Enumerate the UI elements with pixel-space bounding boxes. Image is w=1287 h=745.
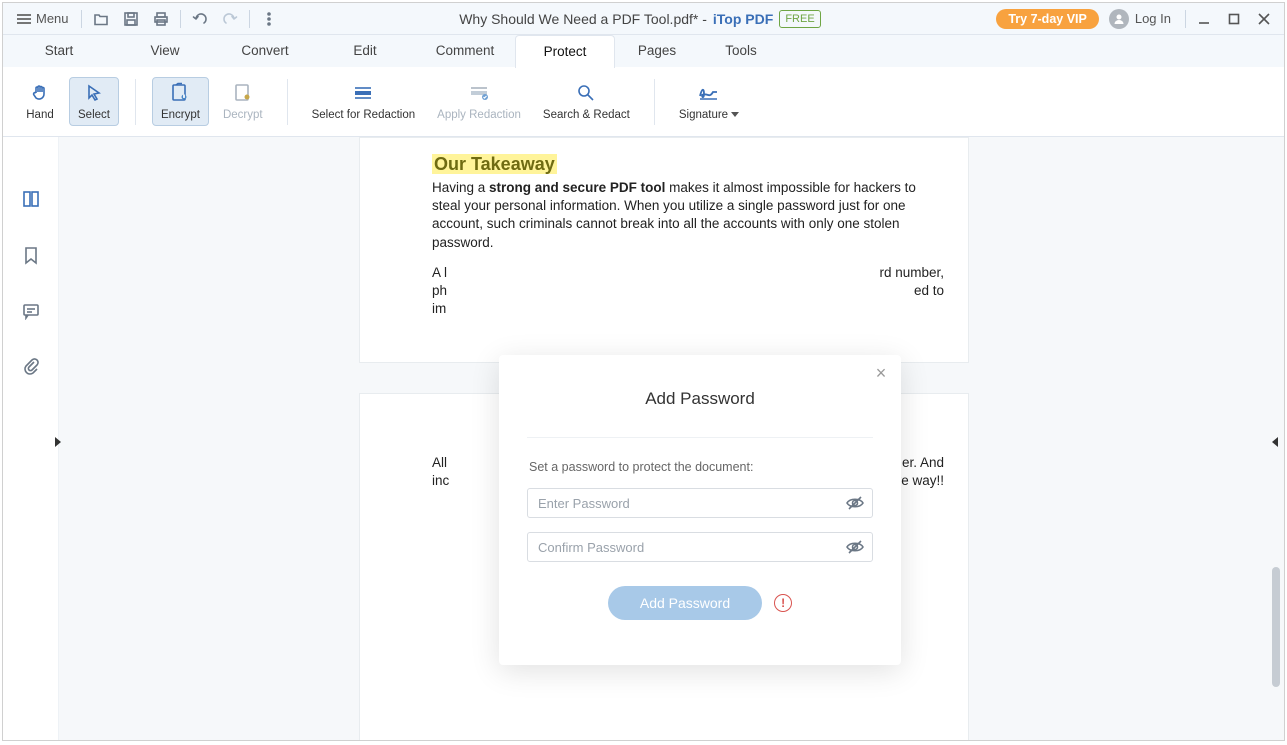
thumbnails-icon[interactable] <box>17 185 45 213</box>
hand-label: Hand <box>26 109 54 121</box>
confirm-password-input[interactable] <box>527 532 873 562</box>
main-tabs: Start View Convert Edit Comment Protect … <box>3 35 1284 67</box>
close-icon[interactable]: × <box>871 363 891 384</box>
tab-pages[interactable]: Pages <box>615 35 699 67</box>
tab-start[interactable]: Start <box>3 35 115 67</box>
search-redact-button[interactable]: Search & Redact <box>535 78 638 125</box>
select-redaction-label: Select for Redaction <box>312 109 416 121</box>
free-badge: FREE <box>779 10 820 28</box>
close-button[interactable] <box>1250 7 1278 31</box>
save-icon[interactable] <box>116 6 146 32</box>
tab-convert[interactable]: Convert <box>215 35 315 67</box>
document-canvas[interactable]: Our Takeaway Having a strong and secure … <box>59 137 1284 740</box>
select-for-redaction-button[interactable]: Select for Redaction <box>304 78 424 125</box>
minimize-button[interactable] <box>1190 7 1218 31</box>
login-label: Log In <box>1135 11 1171 26</box>
pdf-page-1: Our Takeaway Having a strong and secure … <box>359 137 969 363</box>
encrypt-button[interactable]: Encrypt <box>152 77 209 126</box>
more-icon[interactable] <box>254 6 284 32</box>
print-icon[interactable] <box>146 6 176 32</box>
decrypt-icon <box>232 82 254 104</box>
attachment-icon[interactable] <box>17 353 45 381</box>
redo-icon <box>215 6 245 32</box>
select-tool-button[interactable]: Select <box>69 77 119 126</box>
signature-icon <box>697 82 721 104</box>
app-name: iTop PDF <box>713 11 773 27</box>
avatar-icon <box>1109 9 1129 29</box>
password-input[interactable] <box>527 488 873 518</box>
encrypt-label: Encrypt <box>161 109 200 121</box>
decrypt-label: Decrypt <box>223 109 263 121</box>
workspace: Our Takeaway Having a strong and secure … <box>3 137 1284 740</box>
hand-tool-button[interactable]: Hand <box>17 78 63 125</box>
signature-button[interactable]: Signature <box>671 78 747 125</box>
vip-button[interactable]: Try 7-day VIP <box>996 9 1099 29</box>
open-file-icon[interactable] <box>86 6 116 32</box>
scrollbar-thumb[interactable] <box>1272 567 1280 687</box>
hand-icon <box>30 82 50 104</box>
maximize-button[interactable] <box>1220 7 1248 31</box>
signature-label: Signature <box>679 109 739 121</box>
bookmark-icon[interactable] <box>17 241 45 269</box>
toggle-visibility-icon[interactable] <box>843 535 867 559</box>
menu-label: Menu <box>36 11 69 26</box>
tab-edit[interactable]: Edit <box>315 35 415 67</box>
add-password-button[interactable]: Add Password <box>608 586 762 620</box>
doc-heading: Our Takeaway <box>432 154 557 174</box>
tab-view[interactable]: View <box>115 35 215 67</box>
tab-tools[interactable]: Tools <box>699 35 783 67</box>
menu-button[interactable]: Menu <box>9 7 77 30</box>
apply-redaction-button: Apply Redaction <box>429 78 529 125</box>
login-button[interactable]: Log In <box>1109 9 1171 29</box>
scrollbar[interactable] <box>1270 137 1282 740</box>
tab-comment[interactable]: Comment <box>415 35 515 67</box>
undo-icon[interactable] <box>185 6 215 32</box>
side-rail <box>3 137 59 740</box>
cursor-icon <box>84 82 104 104</box>
encrypt-icon <box>169 82 191 104</box>
decrypt-button: Decrypt <box>215 78 271 125</box>
select-label: Select <box>78 109 110 121</box>
filename: Why Should We Need a PDF Tool.pdf* - <box>459 11 707 27</box>
tab-protect[interactable]: Protect <box>515 35 615 68</box>
dialog-instruction: Set a password to protect the document: <box>529 460 873 474</box>
chevron-down-icon <box>731 112 739 117</box>
search-icon <box>576 82 596 104</box>
comments-icon[interactable] <box>17 297 45 325</box>
titlebar: Menu Why Should We <box>3 3 1284 35</box>
search-redact-label: Search & Redact <box>543 109 630 121</box>
ribbon-protect: Hand Select Encrypt Decrypt Select for R… <box>3 67 1284 137</box>
window-title: Why Should We Need a PDF Tool.pdf* - iTo… <box>284 10 997 28</box>
add-password-dialog: × Add Password Set a password to protect… <box>499 355 901 665</box>
warning-icon: ! <box>774 594 792 612</box>
redaction-select-icon <box>352 82 374 104</box>
doc-paragraph-1: Having a strong and secure PDF tool make… <box>432 179 944 252</box>
apply-redaction-label: Apply Redaction <box>437 109 521 121</box>
redaction-apply-icon <box>468 82 490 104</box>
doc-paragraph-2: A l rd number, ph ed to im <box>432 264 944 319</box>
toggle-visibility-icon[interactable] <box>843 491 867 515</box>
dialog-title: Add Password <box>499 389 901 409</box>
